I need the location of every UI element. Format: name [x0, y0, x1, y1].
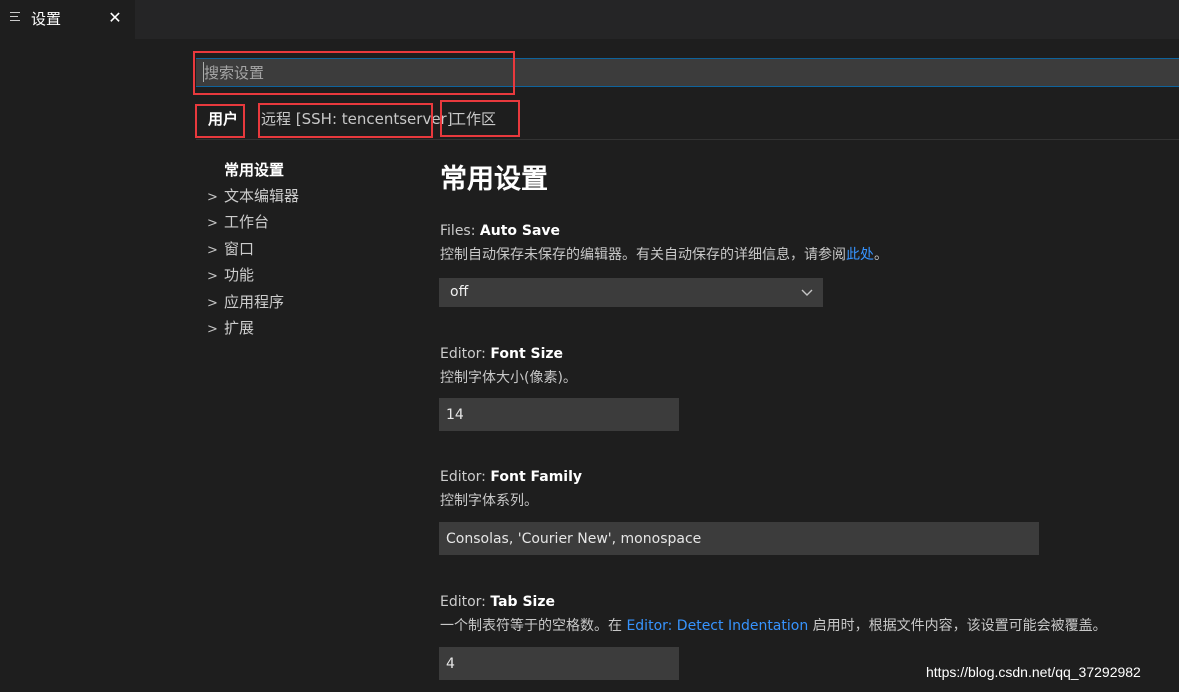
tab-workspace[interactable]: 工作区 [451, 108, 496, 130]
toc-item-features[interactable]: > 功能 [207, 265, 254, 287]
close-icon[interactable]: ✕ [107, 9, 123, 27]
toc-item-window[interactable]: > 窗口 [207, 239, 254, 261]
toc-item-application[interactable]: > 应用程序 [207, 292, 284, 314]
toc-item-extensions[interactable]: > 扩展 [207, 318, 254, 340]
chevron-right-icon: > [207, 322, 218, 337]
font-size-input[interactable] [439, 398, 679, 431]
desc-text-end: 启用时，根据文件内容，该设置可能会被覆盖。 [808, 618, 1107, 634]
toc-item-label: 窗口 [224, 240, 255, 258]
setting-category: Editor: [440, 594, 491, 610]
setting-desc-font-size: 控制字体大小(像素)。 [440, 370, 577, 386]
watermark: https://blog.csdn.net/qq_37292982 [926, 664, 1141, 680]
list-icon [10, 12, 22, 24]
toc-item-label: 功能 [224, 266, 255, 284]
setting-label-tab-size: Editor: Tab Size [440, 592, 555, 612]
search-box[interactable] [196, 58, 1179, 87]
select-value: off [450, 284, 469, 300]
search-input[interactable] [196, 59, 1179, 86]
setting-name: Font Family [490, 469, 583, 485]
desc-link[interactable]: 此处 [846, 247, 874, 263]
desc-text: 控制自动保存未保存的编辑器。有关自动保存的详细信息，请参阅 [440, 247, 846, 263]
toc-item-label: 工作台 [224, 213, 270, 231]
chevron-right-icon: > [207, 296, 218, 311]
desc-text: 一个制表符等于的空格数。在 [440, 618, 627, 634]
active-tab-indicator [198, 136, 242, 138]
toc-item-label: 文本编辑器 [224, 187, 300, 205]
desc-text-end: 。 [874, 247, 888, 263]
setting-label-auto-save: Files: Auto Save [440, 221, 560, 241]
toc-common-settings[interactable]: 常用设置 [224, 160, 284, 180]
toc-item-label: 应用程序 [224, 293, 285, 311]
editor-tab-bar: 设置 ✕ [0, 0, 1179, 39]
section-title: 常用设置 [440, 164, 548, 195]
setting-category: Editor: [440, 346, 491, 362]
chevron-right-icon: > [207, 243, 218, 258]
setting-category: Editor: [440, 469, 491, 485]
setting-desc-font-family: 控制字体系列。 [440, 493, 538, 509]
toc-item-workbench[interactable]: > 工作台 [207, 212, 269, 234]
setting-desc-tab-size: 一个制表符等于的空格数。在 Editor: Detect Indentation… [440, 616, 1107, 636]
auto-save-select[interactable]: off [439, 278, 823, 307]
chevron-right-icon: > [207, 216, 218, 231]
tab-title: 设置 [31, 10, 62, 28]
setting-name: Font Size [490, 346, 564, 362]
setting-name: Auto Save [479, 223, 561, 239]
tabs-divider [196, 139, 1179, 140]
tab-remote[interactable]: 远程 [SSH: tencentserver] [261, 108, 453, 130]
text-caret [203, 62, 204, 82]
setting-name: Tab Size [490, 594, 555, 610]
settings-tab[interactable]: 设置 ✕ [0, 0, 135, 39]
chevron-right-icon: > [207, 190, 218, 205]
toc-item-label: 扩展 [224, 319, 255, 337]
tab-user[interactable]: 用户 [208, 108, 238, 130]
setting-label-font-size: Editor: Font Size [440, 344, 563, 364]
setting-desc-auto-save: 控制自动保存未保存的编辑器。有关自动保存的详细信息，请参阅此处。 [440, 245, 888, 265]
toc-item-text-editor[interactable]: > 文本编辑器 [207, 186, 299, 208]
chevron-right-icon: > [207, 269, 218, 284]
desc-link[interactable]: Editor: Detect Indentation [626, 618, 808, 634]
tab-size-input[interactable] [439, 647, 679, 680]
font-family-input[interactable] [439, 522, 1039, 555]
setting-label-font-family: Editor: Font Family [440, 467, 582, 487]
chevron-down-icon [801, 289, 813, 296]
setting-category: Files: [440, 223, 480, 239]
